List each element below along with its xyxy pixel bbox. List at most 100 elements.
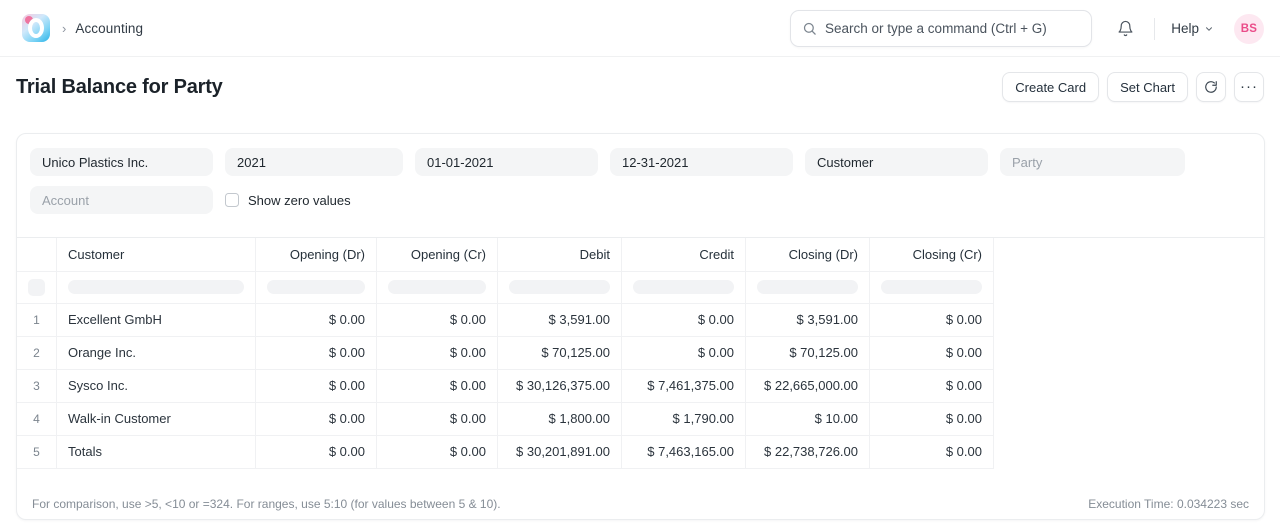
cell-debit[interactable]: $ 30,126,375.00	[498, 369, 622, 402]
refresh-icon	[1204, 80, 1218, 94]
cell-opening-dr[interactable]: $ 0.00	[256, 435, 377, 468]
col-header-rownum	[17, 238, 57, 271]
col-header-closing-dr[interactable]: Closing (Dr)	[746, 238, 870, 271]
report-table-wrapper: Customer Opening (Dr) Opening (Cr) Debit…	[17, 237, 1264, 479]
cell-customer[interactable]: Totals	[57, 435, 256, 468]
col-header-closing-cr[interactable]: Closing (Cr)	[870, 238, 994, 271]
navbar-right-group: Help BS	[1110, 0, 1264, 57]
col-header-customer[interactable]: Customer	[57, 238, 256, 271]
cell-opening-cr[interactable]: $ 0.00	[377, 303, 498, 336]
cell-customer[interactable]: Sysco Inc.	[57, 369, 256, 402]
filter-from-date[interactable]: 01-01-2021	[415, 148, 598, 176]
search-box[interactable]	[790, 10, 1092, 47]
report-table: Customer Opening (Dr) Opening (Cr) Debit…	[17, 238, 994, 469]
filter-company[interactable]: Unico Plastics Inc.	[30, 148, 213, 176]
cell-opening-cr[interactable]: $ 0.00	[377, 402, 498, 435]
cell-debit[interactable]: $ 70,125.00	[498, 336, 622, 369]
filter-row-1: Unico Plastics Inc. 2021 01-01-2021 12-3…	[30, 148, 1251, 176]
cell-closing-cr[interactable]: $ 0.00	[870, 402, 994, 435]
page-header: Trial Balance for Party Create Card Set …	[0, 57, 1280, 117]
table-row[interactable]: 4 Walk-in Customer $ 0.00 $ 0.00 $ 1,800…	[17, 402, 994, 435]
cell-closing-dr[interactable]: $ 3,591.00	[746, 303, 870, 336]
skeleton-cell-credit	[622, 271, 746, 303]
filter-row-2: Account Show zero values	[30, 186, 1251, 214]
skeleton-bar	[388, 280, 486, 294]
filter-to-date[interactable]: 12-31-2021	[610, 148, 793, 176]
comparison-hint: For comparison, use >5, <10 or =324. For…	[32, 497, 501, 511]
cell-debit[interactable]: $ 3,591.00	[498, 303, 622, 336]
cell-opening-dr[interactable]: $ 0.00	[256, 369, 377, 402]
cell-closing-dr[interactable]: $ 22,665,000.00	[746, 369, 870, 402]
execution-time: Execution Time: 0.034223 sec	[1088, 497, 1249, 511]
skeleton-cell-customer	[57, 271, 256, 303]
help-label: Help	[1171, 21, 1199, 36]
cell-closing-dr[interactable]: $ 10.00	[746, 402, 870, 435]
cell-opening-dr[interactable]: $ 0.00	[256, 336, 377, 369]
cell-closing-dr[interactable]: $ 70,125.00	[746, 336, 870, 369]
col-header-credit[interactable]: Credit	[622, 238, 746, 271]
refresh-button[interactable]	[1196, 72, 1226, 102]
frappe-droplet-logo-icon[interactable]	[22, 14, 50, 42]
skeleton-cell-rownum	[17, 271, 57, 303]
filter-show-zero-values[interactable]: Show zero values	[225, 186, 351, 214]
skeleton-bar	[509, 280, 610, 294]
search-icon	[802, 21, 817, 36]
filter-fiscal-year[interactable]: 2021	[225, 148, 403, 176]
avatar[interactable]: BS	[1234, 14, 1264, 44]
cell-customer[interactable]: Orange Inc.	[57, 336, 256, 369]
page-actions: Create Card Set Chart ···	[1002, 57, 1264, 117]
cell-credit[interactable]: $ 0.00	[622, 336, 746, 369]
table-header-row: Customer Opening (Dr) Opening (Cr) Debit…	[17, 238, 994, 271]
global-search[interactable]	[790, 10, 1092, 47]
show-zero-values-checkbox[interactable]	[225, 193, 239, 207]
cell-opening-cr[interactable]: $ 0.00	[377, 336, 498, 369]
set-chart-button[interactable]: Set Chart	[1107, 72, 1188, 102]
cell-opening-dr[interactable]: $ 0.00	[256, 402, 377, 435]
col-header-opening-cr[interactable]: Opening (Cr)	[377, 238, 498, 271]
row-number: 2	[17, 336, 57, 369]
cell-closing-cr[interactable]: $ 0.00	[870, 336, 994, 369]
navbar-divider	[1154, 18, 1155, 40]
skeleton-cell-debit	[498, 271, 622, 303]
create-card-button[interactable]: Create Card	[1002, 72, 1099, 102]
cell-customer[interactable]: Walk-in Customer	[57, 402, 256, 435]
table-header: Customer Opening (Dr) Opening (Cr) Debit…	[17, 238, 994, 271]
table-row[interactable]: 3 Sysco Inc. $ 0.00 $ 0.00 $ 30,126,375.…	[17, 369, 994, 402]
logo-ring	[28, 18, 44, 38]
cell-customer[interactable]: Excellent GmbH	[57, 303, 256, 336]
cell-debit[interactable]: $ 1,800.00	[498, 402, 622, 435]
cell-opening-dr[interactable]: $ 0.00	[256, 303, 377, 336]
search-input[interactable]	[825, 21, 1091, 36]
skeleton-bar	[68, 280, 244, 294]
cell-debit[interactable]: $ 30,201,891.00	[498, 435, 622, 468]
chevron-down-icon	[1204, 24, 1214, 34]
col-header-debit[interactable]: Debit	[498, 238, 622, 271]
cell-opening-cr[interactable]: $ 0.00	[377, 435, 498, 468]
bell-icon	[1117, 20, 1134, 37]
filter-party-type[interactable]: Customer	[805, 148, 988, 176]
row-number: 3	[17, 369, 57, 402]
table-loading-row	[17, 271, 994, 303]
filter-party[interactable]: Party	[1000, 148, 1185, 176]
more-menu-button[interactable]: ···	[1234, 72, 1264, 102]
notifications-button[interactable]	[1110, 14, 1140, 44]
cell-credit[interactable]: $ 7,463,165.00	[622, 435, 746, 468]
table-row[interactable]: 1 Excellent GmbH $ 0.00 $ 0.00 $ 3,591.0…	[17, 303, 994, 336]
help-menu-button[interactable]: Help	[1169, 17, 1216, 40]
cell-closing-dr[interactable]: $ 22,738,726.00	[746, 435, 870, 468]
report-card: Unico Plastics Inc. 2021 01-01-2021 12-3…	[16, 133, 1265, 520]
cell-closing-cr[interactable]: $ 0.00	[870, 303, 994, 336]
table-row-totals[interactable]: 5 Totals $ 0.00 $ 0.00 $ 30,201,891.00 $…	[17, 435, 994, 468]
cell-closing-cr[interactable]: $ 0.00	[870, 435, 994, 468]
avatar-initials: BS	[1241, 23, 1258, 35]
col-header-opening-dr[interactable]: Opening (Dr)	[256, 238, 377, 271]
row-number: 4	[17, 402, 57, 435]
cell-closing-cr[interactable]: $ 0.00	[870, 369, 994, 402]
breadcrumb-accounting-link[interactable]: Accounting	[75, 21, 143, 36]
table-row[interactable]: 2 Orange Inc. $ 0.00 $ 0.00 $ 70,125.00 …	[17, 336, 994, 369]
cell-credit[interactable]: $ 1,790.00	[622, 402, 746, 435]
cell-credit[interactable]: $ 0.00	[622, 303, 746, 336]
cell-opening-cr[interactable]: $ 0.00	[377, 369, 498, 402]
cell-credit[interactable]: $ 7,461,375.00	[622, 369, 746, 402]
filter-account[interactable]: Account	[30, 186, 213, 214]
